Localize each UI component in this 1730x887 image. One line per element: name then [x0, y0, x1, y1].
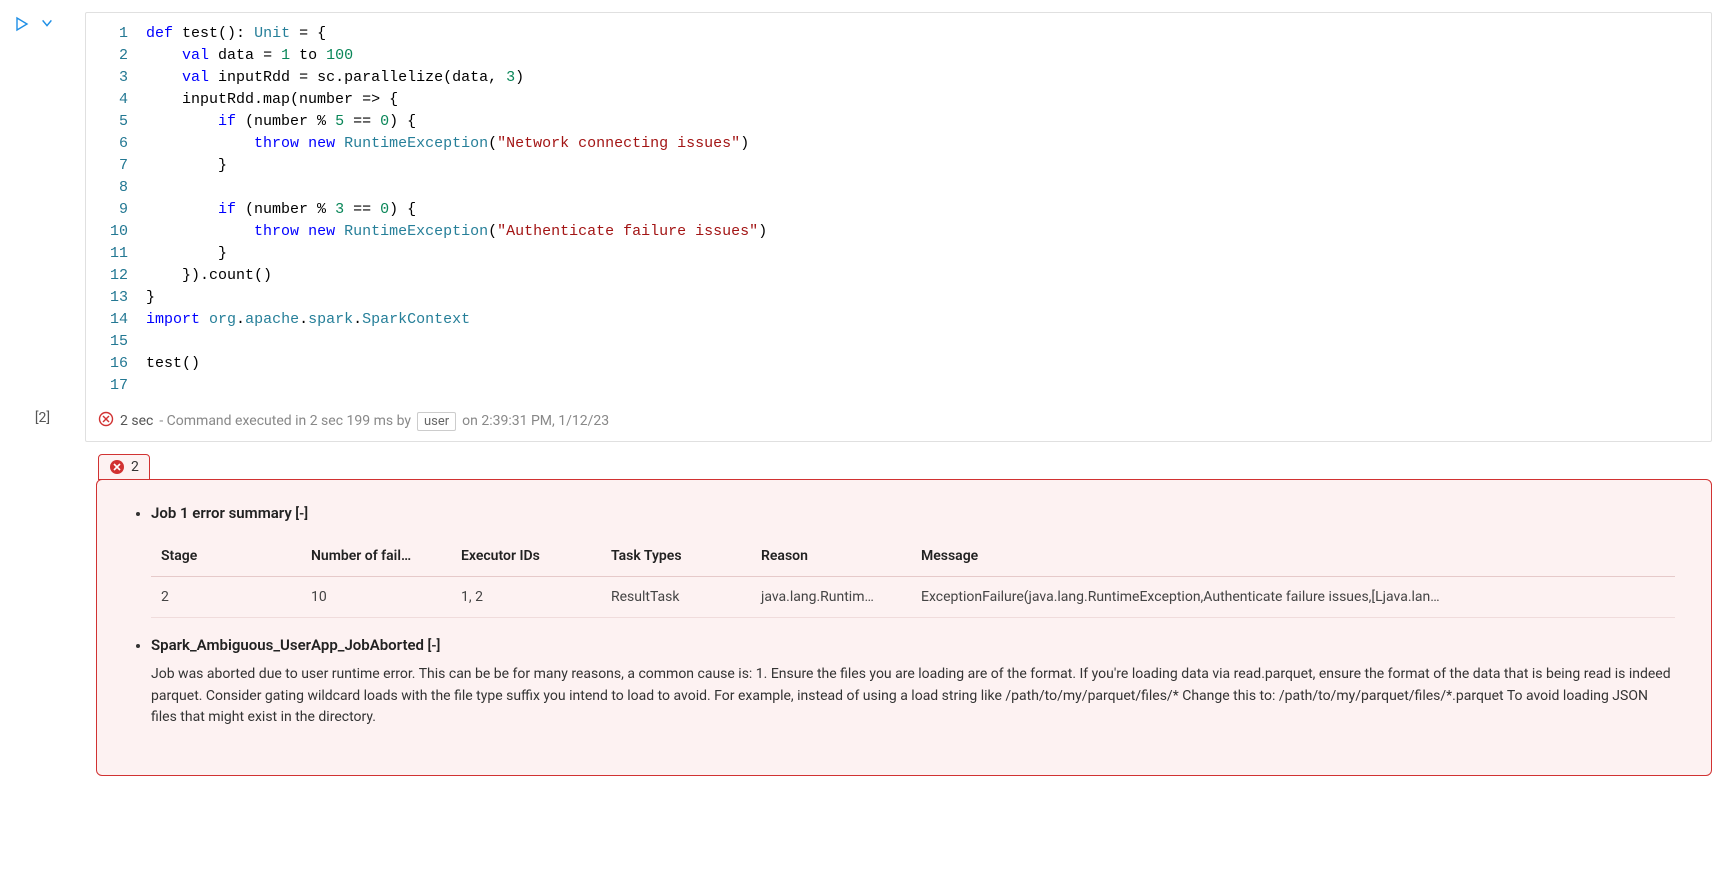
collapse-toggle[interactable]: [-]: [295, 506, 308, 522]
cell-stage: 2: [151, 577, 301, 618]
table-header-row: Stage Number of fail… Executor IDs Task …: [151, 536, 1675, 577]
col-executors: Executor IDs: [451, 536, 601, 577]
error-summary-body: Job was aborted due to user runtime erro…: [151, 664, 1675, 729]
error-status-icon: [98, 411, 114, 431]
error-tab[interactable]: 2: [98, 454, 150, 480]
line-gutter: 1234567891011121314151617: [86, 23, 146, 397]
error-count: 2: [131, 459, 139, 475]
status-user: user: [417, 412, 456, 431]
table-row: 2 10 1, 2 ResultTask java.lang.Runtim… E…: [151, 577, 1675, 618]
status-duration: 2 sec: [120, 413, 153, 429]
col-reason: Reason: [751, 536, 911, 577]
error-summary-table: Stage Number of fail… Executor IDs Task …: [151, 536, 1675, 618]
col-stage: Stage: [151, 536, 301, 577]
col-tasktypes: Task Types: [601, 536, 751, 577]
cell-status-row: 2 sec - Command executed in 2 sec 199 ms…: [86, 405, 1711, 441]
col-message: Message: [911, 536, 1675, 577]
status-exec-text: - Command executed in 2 sec 199 ms by: [159, 413, 411, 429]
error-section: 2 Job 1 error summary [-] Stage Number o…: [96, 454, 1712, 776]
cell-failures: 10: [301, 577, 451, 618]
cell-body: 1234567891011121314151617 def test(): Un…: [85, 12, 1712, 442]
code-content[interactable]: def test(): Unit = { val data = 1 to 100…: [146, 23, 1711, 397]
error-summary-item: Spark_Ambiguous_UserApp_JobAborted [-] J…: [151, 636, 1675, 729]
cell-executors: 1, 2: [451, 577, 601, 618]
col-failures: Number of fail…: [301, 536, 451, 577]
cell-message: ExceptionFailure(java.lang.RuntimeExcept…: [911, 577, 1675, 618]
code-editor[interactable]: 1234567891011121314151617 def test(): Un…: [86, 13, 1711, 405]
error-summary-title: Job 1 error summary: [151, 504, 292, 522]
cell-reason: java.lang.Runtim…: [751, 577, 911, 618]
cell-tasktypes: ResultTask: [601, 577, 751, 618]
error-summary-title: Spark_Ambiguous_UserApp_JobAborted: [151, 636, 424, 654]
error-panel: Job 1 error summary [-] Stage Number of …: [96, 479, 1712, 776]
status-time: on 2:39:31 PM, 1/12/23: [462, 413, 609, 429]
error-summary-item: Job 1 error summary [-] Stage Number of …: [151, 504, 1675, 618]
collapse-toggle[interactable]: [-]: [427, 638, 440, 654]
cell-index: [2]: [0, 12, 85, 426]
notebook-cell: [2] 1234567891011121314151617 def test()…: [0, 0, 1730, 442]
